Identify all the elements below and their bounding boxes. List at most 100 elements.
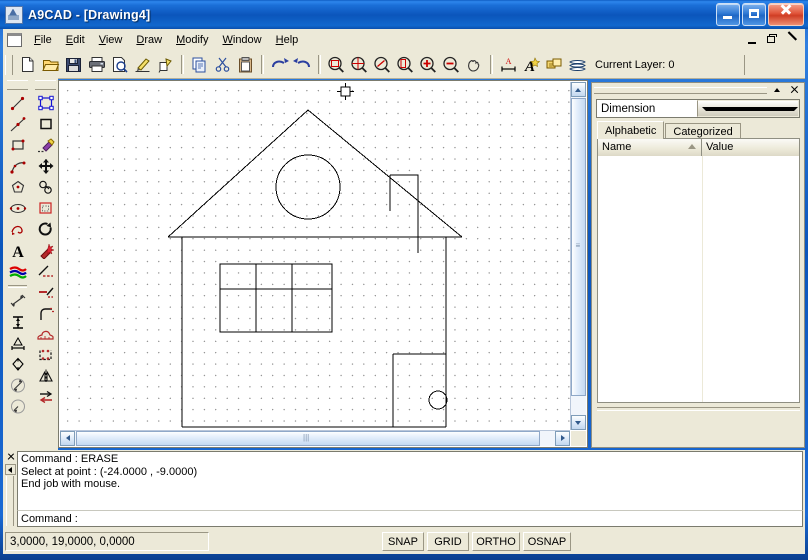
properties-grid-body[interactable] <box>598 156 799 402</box>
scale-icon[interactable] <box>34 198 57 219</box>
explode-icon[interactable] <box>34 240 57 261</box>
undo-icon[interactable] <box>268 54 291 76</box>
ellipse-icon[interactable] <box>6 198 29 219</box>
document-icon[interactable] <box>7 33 22 47</box>
pan-icon[interactable] <box>463 54 486 76</box>
move-icon[interactable] <box>34 156 57 177</box>
extend-icon[interactable] <box>34 282 57 303</box>
menu-help[interactable]: Help <box>269 31 306 49</box>
properties-panel-grip[interactable] <box>594 87 767 94</box>
draw-pen-icon[interactable] <box>131 54 154 76</box>
tab-categorized[interactable]: Categorized <box>665 123 740 139</box>
square-icon[interactable] <box>34 114 57 135</box>
panel-close-button[interactable] <box>787 83 802 97</box>
erase-icon[interactable] <box>34 135 57 156</box>
dim-diameter-icon[interactable] <box>6 375 29 396</box>
chevron-down-icon[interactable] <box>697 100 799 117</box>
mdi-minimize-button[interactable] <box>743 31 762 49</box>
text-icon[interactable]: A <box>6 240 29 261</box>
command-window-expand-handle[interactable] <box>5 464 16 475</box>
scroll-left-button[interactable] <box>60 431 75 446</box>
print-icon[interactable] <box>85 54 108 76</box>
copy-object-icon[interactable] <box>34 177 57 198</box>
select-icon[interactable] <box>34 93 57 114</box>
cut-icon[interactable] <box>211 54 234 76</box>
new-icon[interactable] <box>16 54 39 76</box>
horizontal-scroll-thumb[interactable]: ||| <box>76 431 540 446</box>
mirror-icon[interactable] <box>34 366 57 387</box>
zoom-out-icon[interactable] <box>440 54 463 76</box>
minimize-button[interactable] <box>716 3 740 26</box>
line-icon[interactable] <box>6 93 29 114</box>
polygon-icon[interactable] <box>6 177 29 198</box>
status-toggle-grid[interactable]: GRID <box>427 532 469 551</box>
text-style-icon[interactable]: A <box>520 54 543 76</box>
properties-icon[interactable] <box>543 54 566 76</box>
dim-horizontal-icon[interactable] <box>6 333 29 354</box>
panel-autohide-button[interactable] <box>770 83 785 97</box>
draw-toolbar-grip[interactable] <box>7 80 28 90</box>
drawing-canvas[interactable] <box>60 82 572 430</box>
save-icon[interactable] <box>62 54 85 76</box>
construction-line-icon[interactable] <box>6 114 29 135</box>
status-toggle-snap[interactable]: SNAP <box>382 532 424 551</box>
fillet-icon[interactable] <box>34 303 57 324</box>
canvas-vertical-scrollbar[interactable]: ≡ <box>570 82 586 430</box>
command-input[interactable]: Command : <box>17 510 803 527</box>
paste-icon[interactable] <box>234 54 257 76</box>
column-splitter[interactable] <box>702 156 703 402</box>
toolbar-grip[interactable] <box>5 55 13 75</box>
maximize-button[interactable] <box>742 3 766 26</box>
multicolor-icon[interactable] <box>6 261 29 282</box>
dim-angular-icon[interactable] <box>6 354 29 375</box>
status-toggle-ortho[interactable]: ORTHO <box>472 532 520 551</box>
scroll-down-button[interactable] <box>571 415 586 430</box>
scroll-up-button[interactable] <box>571 82 586 97</box>
layers-icon[interactable] <box>566 54 589 76</box>
zoom-extents-icon[interactable] <box>394 54 417 76</box>
pick-style-icon[interactable] <box>154 54 177 76</box>
modify-toolbar-grip[interactable] <box>35 80 56 90</box>
zoom-all-icon[interactable] <box>348 54 371 76</box>
menu-modify[interactable]: Modify <box>169 31 215 49</box>
dimension-style-icon[interactable]: A <box>497 54 520 76</box>
menu-window[interactable]: Window <box>215 31 268 49</box>
open-icon[interactable] <box>39 54 62 76</box>
canvas-horizontal-scrollbar[interactable]: ||| <box>60 430 570 446</box>
rotate-icon[interactable] <box>34 219 57 240</box>
trim-icon[interactable] <box>34 261 57 282</box>
command-window-grip[interactable] <box>6 476 14 526</box>
tab-alphabetic[interactable]: Alphabetic <box>597 121 664 139</box>
zoom-window-icon[interactable] <box>325 54 348 76</box>
polyline-icon[interactable] <box>6 219 29 240</box>
hatch-icon[interactable] <box>34 324 57 345</box>
menu-draw[interactable]: Draw <box>129 31 169 49</box>
menu-edit[interactable]: Edit <box>59 31 92 49</box>
copy-icon[interactable] <box>188 54 211 76</box>
close-button[interactable] <box>768 3 804 26</box>
scroll-right-button[interactable] <box>555 431 570 446</box>
command-window-close-button[interactable] <box>4 451 17 464</box>
arc-icon[interactable] <box>6 156 29 177</box>
column-header-value[interactable]: Value <box>702 139 799 156</box>
zoom-in-icon[interactable] <box>417 54 440 76</box>
menu-view[interactable]: View <box>92 31 130 49</box>
rectangle-icon[interactable] <box>6 135 29 156</box>
dim-radius-icon[interactable] <box>6 396 29 417</box>
mdi-close-button[interactable] <box>783 31 802 49</box>
properties-grid[interactable]: Name Value <box>597 138 800 403</box>
zoom-previous-icon[interactable] <box>371 54 394 76</box>
array-icon[interactable] <box>34 345 57 366</box>
redo-icon[interactable] <box>291 54 314 76</box>
offset-icon[interactable] <box>34 387 57 408</box>
dim-vertical-icon[interactable] <box>6 312 29 333</box>
status-toggle-osnap[interactable]: OSNAP <box>523 532 571 551</box>
current-layer-label: Current Layer: 0 <box>595 59 674 71</box>
mdi-restore-button[interactable] <box>763 31 782 49</box>
object-type-combo[interactable]: Dimension <box>596 99 800 118</box>
menu-file[interactable]: FFileile <box>27 31 59 49</box>
print-preview-icon[interactable] <box>108 54 131 76</box>
dim-aligned-icon[interactable] <box>6 291 29 312</box>
vertical-scroll-thumb[interactable]: ≡ <box>571 98 586 396</box>
column-header-name[interactable]: Name <box>598 139 702 156</box>
